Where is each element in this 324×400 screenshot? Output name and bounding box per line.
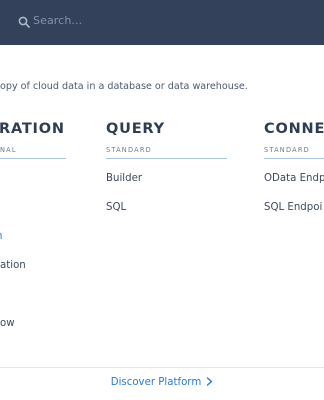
column-divider bbox=[106, 158, 227, 159]
intro-text: opy of cloud data in a database or data … bbox=[0, 81, 248, 92]
chevron-right-icon bbox=[207, 377, 213, 386]
column-subtitle-query: STANDARD bbox=[106, 146, 152, 154]
connect-item-odata[interactable]: OData Endp bbox=[264, 173, 324, 184]
integration-item-3[interactable]: ow bbox=[0, 318, 15, 329]
column-subtitle-connect: STANDARD bbox=[264, 146, 310, 154]
search-input[interactable]: Search... bbox=[33, 14, 82, 27]
column-title-connect: CONNEC bbox=[264, 121, 324, 137]
discover-platform-label: Discover Platform bbox=[110, 377, 202, 388]
query-item-sql[interactable]: SQL bbox=[106, 202, 126, 213]
column-divider bbox=[264, 158, 324, 159]
top-search-bar: Search... bbox=[0, 0, 324, 45]
integration-item-1[interactable]: n bbox=[0, 231, 2, 242]
footer-divider bbox=[0, 367, 324, 368]
column-title-integration: RATION bbox=[0, 121, 65, 137]
column-title-query: QUERY bbox=[106, 121, 165, 137]
column-subtitle-integration: NAL bbox=[0, 146, 17, 154]
connect-item-sql[interactable]: SQL Endpoi bbox=[264, 202, 322, 213]
discover-platform-link[interactable]: Discover Platform bbox=[0, 377, 324, 388]
integration-item-2[interactable]: ation bbox=[0, 260, 26, 271]
column-divider bbox=[0, 158, 66, 159]
query-item-builder[interactable]: Builder bbox=[106, 173, 142, 184]
search-icon[interactable] bbox=[18, 16, 30, 28]
